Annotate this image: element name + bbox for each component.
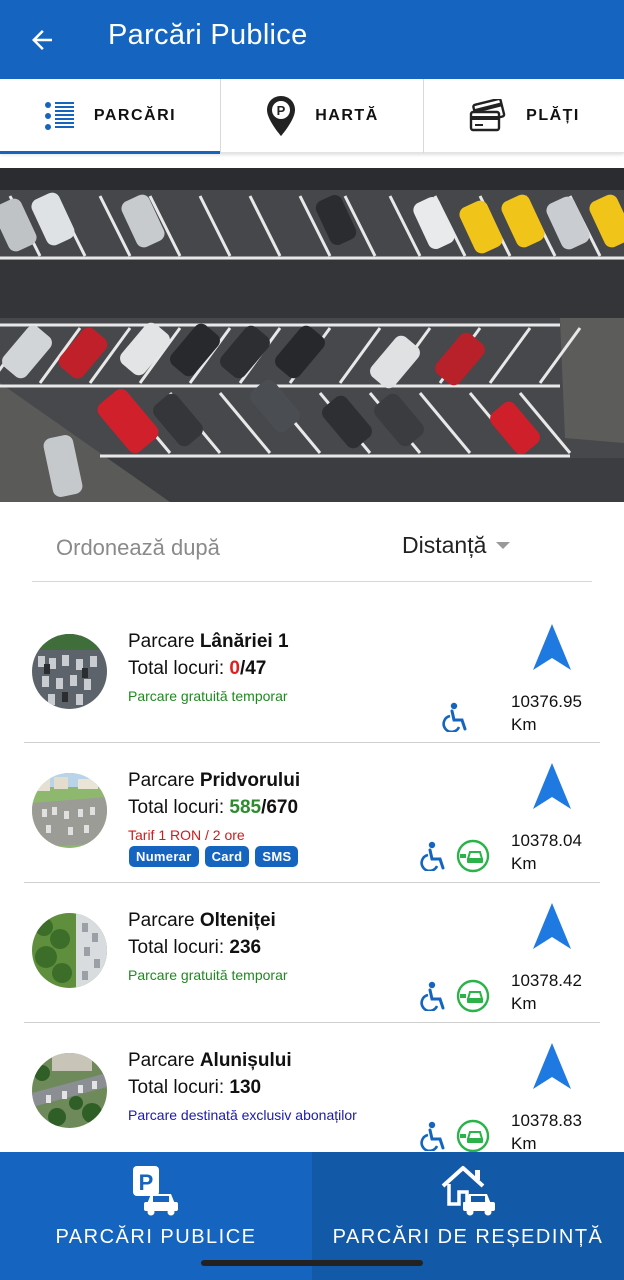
back-button[interactable]: [22, 20, 62, 60]
distance-value: 10378.42: [511, 971, 582, 990]
parking-name: Parcare Olteniței: [128, 910, 276, 932]
amenities: [420, 1119, 490, 1153]
navigate-icon[interactable]: [531, 761, 573, 811]
distance-unit: Km: [511, 715, 537, 734]
parking-car-icon: P: [133, 1166, 178, 1216]
navigate-icon[interactable]: [531, 1041, 573, 1091]
cards-icon: [469, 99, 506, 132]
total-prefix: Total locuri:: [128, 797, 230, 818]
distance-unit: Km: [511, 854, 537, 873]
tab-bar: PARCĂRI P HARTĂ PLĂȚI: [0, 79, 624, 154]
nav-label: PARCĂRI DE REȘEDINȚĂ: [332, 1226, 604, 1248]
list-item[interactable]: Parcare Lânăriei 1 Total locuri: 0/47 Pa…: [24, 604, 600, 743]
list-item[interactable]: Parcare Olteniței Total locuri: 236 Parc…: [24, 883, 600, 1023]
tab-plati[interactable]: PLĂȚI: [424, 79, 624, 153]
sort-label: Ordonează după: [56, 535, 220, 560]
parking-note: Parcare gratuită temporar: [128, 967, 288, 983]
house-car-icon: [441, 1166, 495, 1216]
amenities: [420, 979, 490, 1013]
parking-name: Parcare Alunișului: [128, 1050, 292, 1072]
parking-thumbnail: [32, 1053, 107, 1128]
name-prefix: Parcare: [128, 1050, 200, 1071]
home-indicator[interactable]: [201, 1260, 423, 1266]
page-title: Parcări Publice: [108, 19, 308, 51]
name-bold: Pridvorului: [199, 770, 301, 791]
payment-badge: Numerar: [129, 846, 199, 867]
navigate-icon[interactable]: [531, 901, 573, 951]
amenities: [442, 700, 470, 734]
parking-name: Parcare Lânăriei 1: [128, 631, 289, 653]
total-spots: Total locuri: 585/670: [128, 797, 298, 819]
svg-text:P: P: [139, 1170, 154, 1195]
distance: 10378.04 Km: [511, 829, 582, 875]
distance-unit: Km: [511, 994, 537, 1013]
total-prefix: Total locuri:: [128, 1077, 230, 1098]
tab-harta[interactable]: P HARTĂ: [221, 79, 424, 153]
name-prefix: Parcare: [128, 631, 200, 652]
parking-note: Tarif 1 RON / 2 ore: [128, 827, 245, 843]
arrow-left-icon: [32, 30, 52, 50]
payment-badge: SMS: [255, 846, 299, 867]
list-item[interactable]: Parcare Pridvorului Total locuri: 585/67…: [24, 743, 600, 883]
wheelchair-icon: [420, 1121, 445, 1151]
navigate-icon[interactable]: [531, 622, 573, 672]
sort-row: Ordonează după Distanță: [32, 522, 592, 582]
total-count: 670: [266, 797, 299, 818]
name-bold: Alunișului: [199, 1050, 292, 1071]
total-count: 47: [245, 658, 267, 679]
total-spots: Total locuri: 130: [128, 1077, 261, 1099]
parking-thumbnail: [32, 773, 107, 848]
distance: 10378.42 Km: [511, 969, 582, 1015]
nav-label: PARCĂRI PUBLICE: [55, 1226, 257, 1248]
name-bold: Lânăriei 1: [199, 631, 289, 652]
sort-value: Distanță: [402, 532, 487, 558]
wheelchair-icon: [420, 981, 445, 1011]
parking-list: Parcare Lânăriei 1 Total locuri: 0/47 Pa…: [24, 604, 600, 1163]
distance-value: 10378.83: [511, 1111, 582, 1130]
wheelchair-icon: [442, 702, 467, 732]
list-icon: [44, 102, 74, 130]
parking-name: Parcare Pridvorului: [128, 770, 300, 792]
wheelchair-icon: [420, 841, 445, 871]
free-spots: 585: [229, 797, 262, 818]
tab-label: HARTĂ: [315, 107, 379, 124]
parking-note: Parcare destinată exclusiv abonaților: [128, 1107, 357, 1123]
tab-label: PARCĂRI: [93, 107, 177, 124]
payment-badge: Card: [204, 846, 250, 867]
free-spots: 0: [229, 658, 240, 679]
amenities: [420, 839, 490, 873]
ev-charging-icon: [456, 839, 490, 873]
tab-parcari[interactable]: PARCĂRI: [0, 79, 221, 154]
total-spots: Total locuri: 0/47: [128, 658, 266, 680]
parking-note: Parcare gratuită temporar: [128, 688, 288, 704]
tab-label: PLĂȚI: [526, 107, 580, 124]
name-prefix: Parcare: [128, 910, 200, 931]
app-bar: Parcări Publice: [0, 0, 624, 79]
map-pin-p-icon: P: [267, 96, 296, 136]
total-prefix: Total locuri:: [128, 937, 230, 958]
total-count: 130: [229, 1077, 262, 1098]
parking-thumbnail: [32, 913, 107, 988]
sort-dropdown[interactable]: Distanță: [402, 532, 511, 559]
parking-thumbnail: [32, 634, 107, 709]
distance: 10378.83 Km: [511, 1109, 582, 1155]
list-item[interactable]: Parcare Alunișului Total locuri: 130 Par…: [24, 1023, 600, 1163]
chevron-down-icon: [496, 542, 511, 549]
name-bold: Olteniței: [199, 910, 276, 931]
name-prefix: Parcare: [128, 770, 200, 791]
payment-badges: Numerar Card SMS: [129, 846, 299, 867]
distance: 10376.95 Km: [511, 690, 582, 736]
total-prefix: Total locuri:: [128, 658, 230, 679]
ev-charging-icon: [456, 979, 490, 1013]
distance-value: 10378.04: [511, 831, 582, 850]
svg-text:P: P: [277, 103, 286, 118]
distance-value: 10376.95: [511, 692, 582, 711]
ev-charging-icon: [456, 1119, 490, 1153]
total-spots: Total locuri: 236: [128, 937, 261, 959]
parking-lot-photo: [0, 168, 624, 502]
total-count: 236: [229, 937, 262, 958]
